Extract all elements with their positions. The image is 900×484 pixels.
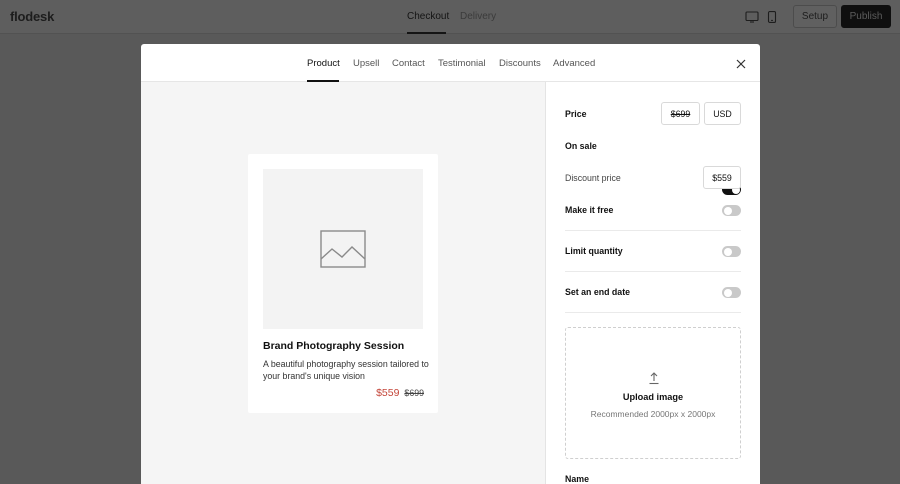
discount-price-label: Discount price — [565, 173, 621, 183]
tab-discounts[interactable]: Discounts — [499, 58, 541, 69]
end-date-toggle[interactable] — [722, 287, 741, 298]
divider — [565, 312, 741, 313]
close-icon[interactable] — [735, 58, 747, 70]
publish-button[interactable]: Publish — [841, 5, 891, 28]
upload-title: Upload image — [622, 392, 684, 402]
price-label: Price — [565, 109, 587, 119]
limit-quantity-toggle[interactable] — [722, 246, 741, 257]
tab-contact[interactable]: Contact — [392, 58, 425, 69]
tab-advanced[interactable]: Advanced — [553, 58, 595, 69]
sale-price: $559 — [376, 387, 400, 399]
divider — [565, 230, 741, 231]
make-free-toggle[interactable] — [722, 205, 741, 216]
product-description: A beautiful photography session tailored… — [263, 359, 429, 381]
limit-quantity-label: Limit quantity — [565, 246, 623, 256]
make-free-label: Make it free — [565, 205, 614, 215]
on-sale-label: On sale — [565, 141, 597, 151]
original-price: $699 — [404, 388, 424, 398]
desktop-icon[interactable] — [745, 11, 759, 23]
image-placeholder-icon — [320, 230, 366, 268]
tab-product[interactable]: Product — [307, 58, 340, 69]
product-preview: Brand Photography Session A beautiful ph… — [141, 82, 545, 484]
discount-price-input[interactable]: $559 — [703, 166, 741, 189]
top-bar: flodesk Checkout Delivery Setup Publish — [0, 0, 900, 34]
product-prices: $559 $699 — [376, 387, 424, 399]
name-label: Name — [565, 474, 589, 484]
tab-delivery[interactable]: Delivery — [460, 11, 496, 22]
tab-checkout[interactable]: Checkout — [407, 11, 449, 22]
upload-image-dropzone[interactable]: Upload image Recommended 2000px x 2000px — [565, 327, 741, 459]
product-settings-modal: Product Upsell Contact Testimonial Disco… — [141, 44, 760, 484]
setup-button[interactable]: Setup — [793, 5, 837, 28]
upload-icon — [649, 372, 659, 385]
modal-header: Product Upsell Contact Testimonial Disco… — [141, 44, 760, 82]
divider — [565, 271, 741, 272]
product-image-placeholder — [263, 169, 423, 329]
price-input[interactable]: $699 — [661, 102, 700, 125]
upload-subtitle: Recommended 2000px x 2000px — [590, 409, 716, 419]
product-title: Brand Photography Session — [263, 340, 405, 352]
mobile-icon[interactable] — [767, 11, 777, 23]
logo: flodesk — [10, 9, 55, 24]
end-date-label: Set an end date — [565, 287, 631, 297]
tab-upsell[interactable]: Upsell — [353, 58, 379, 69]
tab-testimonial[interactable]: Testimonial — [438, 58, 486, 69]
settings-panel: Price $699 USD On sale Discount price $5… — [546, 82, 760, 484]
currency-select[interactable]: USD — [704, 102, 741, 125]
active-tab-indicator — [407, 32, 446, 34]
product-card: Brand Photography Session A beautiful ph… — [248, 154, 438, 413]
